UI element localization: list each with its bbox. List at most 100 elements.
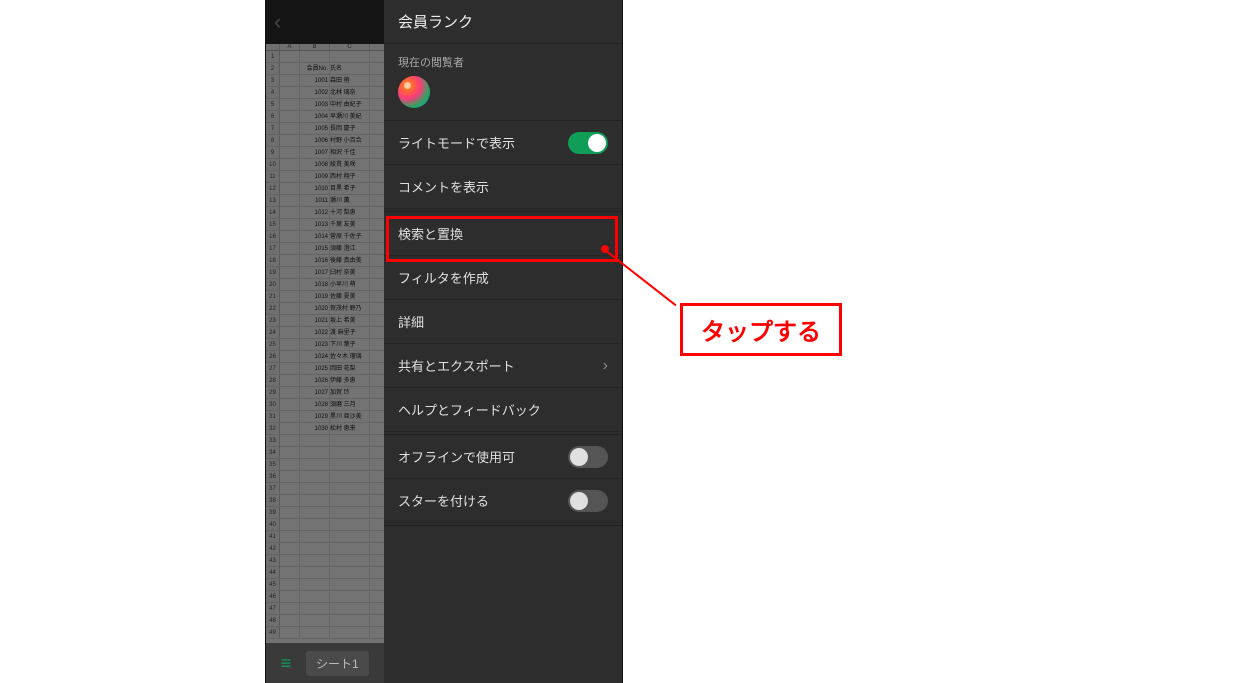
cell[interactable] bbox=[280, 183, 300, 194]
cell[interactable] bbox=[280, 255, 300, 266]
cell[interactable] bbox=[300, 471, 330, 482]
row-number[interactable]: 29 bbox=[266, 387, 280, 398]
cell[interactable] bbox=[300, 519, 330, 530]
cell[interactable] bbox=[280, 51, 300, 62]
row-number[interactable]: 33 bbox=[266, 435, 280, 446]
cell[interactable]: 北林 璃奈 bbox=[330, 87, 370, 98]
cell[interactable]: 千葉 友美 bbox=[330, 219, 370, 230]
cell[interactable] bbox=[280, 207, 300, 218]
cell[interactable] bbox=[280, 519, 300, 530]
cell[interactable] bbox=[280, 411, 300, 422]
cell[interactable]: 会員No. bbox=[300, 63, 330, 74]
row-number[interactable]: 25 bbox=[266, 339, 280, 350]
row-number[interactable]: 37 bbox=[266, 483, 280, 494]
cell[interactable]: 氏名 bbox=[330, 63, 370, 74]
cell[interactable]: 1023 bbox=[300, 339, 330, 350]
row-number[interactable]: 35 bbox=[266, 459, 280, 470]
cell[interactable]: 坂上 希美 bbox=[330, 315, 370, 326]
cell[interactable]: 須磨 三月 bbox=[330, 399, 370, 410]
cell[interactable] bbox=[300, 447, 330, 458]
row-number[interactable]: 24 bbox=[266, 327, 280, 338]
cell[interactable] bbox=[330, 507, 370, 518]
row-number[interactable]: 17 bbox=[266, 243, 280, 254]
cell[interactable] bbox=[300, 531, 330, 542]
row-number[interactable]: 46 bbox=[266, 591, 280, 602]
cell[interactable]: 伊藤 多恵 bbox=[330, 375, 370, 386]
cell[interactable]: 松村 恵来 bbox=[330, 423, 370, 434]
cell[interactable]: 臼村 奈美 bbox=[330, 267, 370, 278]
row-number[interactable]: 40 bbox=[266, 519, 280, 530]
cell[interactable] bbox=[280, 579, 300, 590]
cell[interactable]: 小早川 萌 bbox=[330, 279, 370, 290]
row-number[interactable]: 30 bbox=[266, 399, 280, 410]
cell[interactable] bbox=[300, 495, 330, 506]
cell[interactable]: 相沢 千佳 bbox=[330, 147, 370, 158]
toggle-offline[interactable] bbox=[568, 446, 608, 468]
cell[interactable] bbox=[280, 243, 300, 254]
cell[interactable] bbox=[280, 267, 300, 278]
sheet-tab[interactable]: シート1 bbox=[306, 651, 369, 676]
cell[interactable]: 1002 bbox=[300, 87, 330, 98]
cell[interactable]: 長岡 慶子 bbox=[330, 123, 370, 134]
row-number[interactable]: 4 bbox=[266, 87, 280, 98]
cell[interactable] bbox=[280, 315, 300, 326]
cell[interactable]: 1025 bbox=[300, 363, 330, 374]
cell[interactable]: 1029 bbox=[300, 411, 330, 422]
cell[interactable] bbox=[280, 147, 300, 158]
cell[interactable]: 1014 bbox=[300, 231, 330, 242]
row-number[interactable]: 15 bbox=[266, 219, 280, 230]
cell[interactable]: 1006 bbox=[300, 135, 330, 146]
cell[interactable] bbox=[300, 483, 330, 494]
row-number[interactable]: 18 bbox=[266, 255, 280, 266]
cell[interactable] bbox=[300, 627, 330, 638]
toggle-star[interactable] bbox=[568, 490, 608, 512]
cell[interactable] bbox=[280, 171, 300, 182]
row-number[interactable]: 45 bbox=[266, 579, 280, 590]
row-number[interactable]: 2 bbox=[266, 63, 280, 74]
row-number[interactable]: 5 bbox=[266, 99, 280, 110]
cell[interactable] bbox=[300, 567, 330, 578]
cell[interactable]: 早瀬川 美紀 bbox=[330, 111, 370, 122]
cell[interactable] bbox=[280, 399, 300, 410]
cell[interactable]: 加賀 玲 bbox=[330, 387, 370, 398]
cell[interactable] bbox=[280, 459, 300, 470]
cell[interactable]: 岡田 花梨 bbox=[330, 363, 370, 374]
row-number[interactable]: 13 bbox=[266, 195, 280, 206]
menu-show-comments[interactable]: コメントを表示 bbox=[384, 165, 622, 209]
cell[interactable]: 1026 bbox=[300, 375, 330, 386]
cell[interactable] bbox=[280, 435, 300, 446]
cell[interactable]: 1028 bbox=[300, 399, 330, 410]
cell[interactable] bbox=[300, 579, 330, 590]
cell[interactable] bbox=[330, 51, 370, 62]
col-header-b[interactable]: B bbox=[300, 44, 330, 50]
cell[interactable]: 1013 bbox=[300, 219, 330, 230]
cell[interactable] bbox=[280, 303, 300, 314]
cell[interactable] bbox=[280, 123, 300, 134]
row-number[interactable]: 16 bbox=[266, 231, 280, 242]
viewer-avatar[interactable] bbox=[398, 76, 430, 108]
row-number[interactable]: 9 bbox=[266, 147, 280, 158]
cell[interactable] bbox=[280, 75, 300, 86]
row-number[interactable]: 10 bbox=[266, 159, 280, 170]
cell[interactable] bbox=[280, 135, 300, 146]
cell[interactable]: 1010 bbox=[300, 183, 330, 194]
cell[interactable]: 佐々木 瑠璃 bbox=[330, 351, 370, 362]
cell[interactable] bbox=[280, 447, 300, 458]
cell[interactable] bbox=[330, 483, 370, 494]
cell[interactable] bbox=[280, 351, 300, 362]
row-number[interactable]: 32 bbox=[266, 423, 280, 434]
cell[interactable]: 森田 梢 bbox=[330, 75, 370, 86]
menu-help-feedback[interactable]: ヘルプとフィードバック bbox=[384, 388, 622, 432]
cell[interactable] bbox=[280, 507, 300, 518]
cell[interactable] bbox=[330, 447, 370, 458]
cell[interactable]: 菅原 千佐子 bbox=[330, 231, 370, 242]
cell[interactable] bbox=[280, 291, 300, 302]
cell[interactable]: 1018 bbox=[300, 279, 330, 290]
cell[interactable]: 佐藤 夏美 bbox=[330, 291, 370, 302]
cell[interactable] bbox=[300, 555, 330, 566]
menu-offline[interactable]: オフラインで使用可 bbox=[384, 435, 622, 479]
cell[interactable]: 須藤 澄江 bbox=[330, 243, 370, 254]
cell[interactable]: 1011 bbox=[300, 195, 330, 206]
cell[interactable]: 中村 由紀子 bbox=[330, 99, 370, 110]
cell[interactable]: 後藤 真由美 bbox=[330, 255, 370, 266]
